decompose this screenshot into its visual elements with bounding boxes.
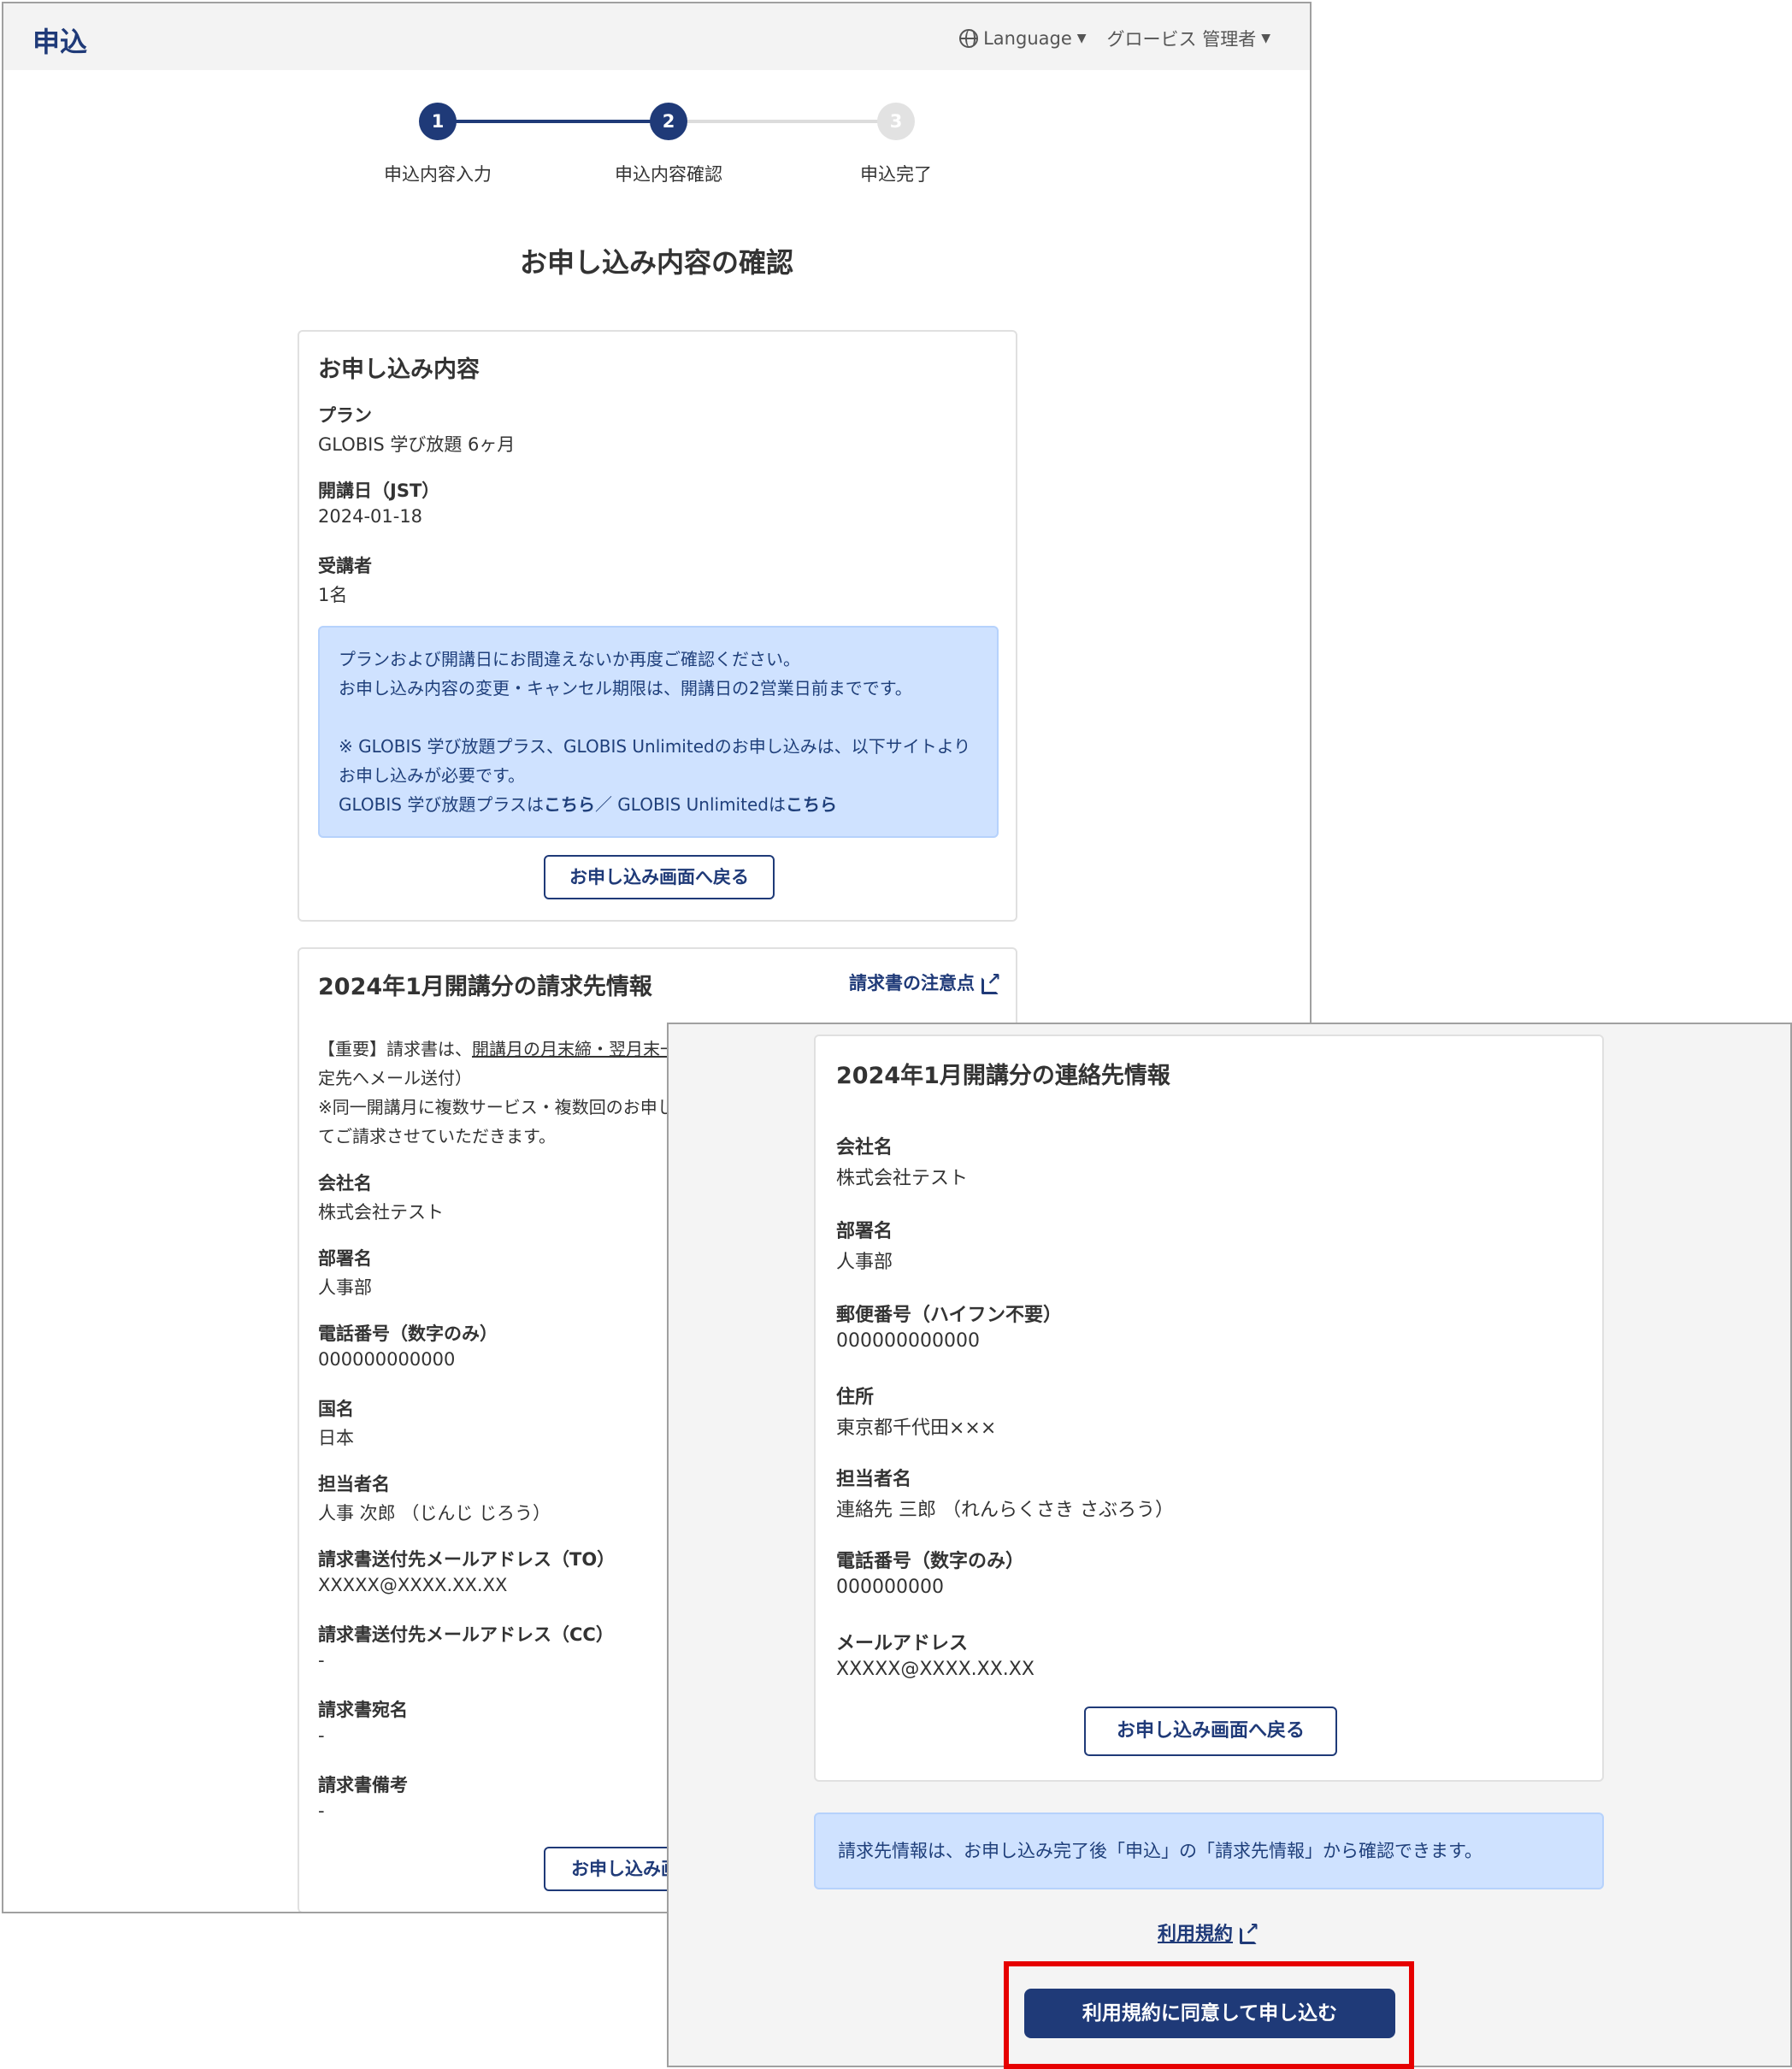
terms-link[interactable]: 利用規約 — [1158, 1919, 1259, 1946]
contact-card: 2024年1月開講分の連絡先情報 会社名 株式会社テスト 部署名 人事部 郵便番… — [814, 1034, 1604, 1782]
participants-label: 受講者 — [318, 556, 372, 576]
contact-department-value: 人事部 — [836, 1252, 893, 1273]
step-1-label: 申込内容入力 — [384, 164, 492, 185]
participants-value: 1名 — [318, 585, 348, 605]
info-text: GLOBIS 学び放題プラスは — [339, 794, 544, 815]
contact-address-value: 東京都千代田××× — [836, 1418, 997, 1439]
info-text-line: お申し込みが必要です。 — [339, 765, 525, 786]
invoice-remarks-label: 請求書備考 — [318, 1775, 408, 1795]
globe-icon — [959, 29, 979, 48]
plus-plan-link[interactable]: こちら — [544, 794, 595, 815]
back-to-application-button[interactable]: お申し込み画面へ戻る — [544, 855, 775, 899]
language-label: Language — [983, 28, 1072, 49]
billing-email-cc-label: 請求書送付先メールアドレス（CC） — [318, 1624, 614, 1645]
step-2-label: 申込内容確認 — [615, 164, 722, 185]
step-connector-complete — [438, 120, 669, 123]
step-1-circle: 1 — [419, 103, 457, 140]
contact-person-label: 担当者名 — [836, 1469, 912, 1490]
page-title: お申し込み内容の確認 — [519, 246, 793, 279]
step-3-circle: 3 — [877, 103, 915, 140]
contact-postal-label: 郵便番号（ハイフン不要） — [836, 1305, 1063, 1326]
application-info-box: プランおよび開講日にお間違えないか再度ご確認ください。 お申し込み内容の変更・キ… — [318, 626, 999, 838]
contact-card-title: 2024年1月開講分の連絡先情報 — [836, 1063, 1170, 1089]
submit-highlight-frame — [1004, 1961, 1414, 2069]
billing-contact-value: 人事 次郎 （じんじ じろう） — [318, 1503, 551, 1524]
plan-value: GLOBIS 学び放題 6ヶ月 — [318, 434, 516, 455]
caret-down-icon: ▼ — [1076, 32, 1087, 45]
user-menu-dropdown[interactable]: グロービス 管理者 ▼ — [1107, 26, 1270, 51]
contact-person-value: 連絡先 三郎 （れんらくさき さぶろう） — [836, 1500, 1174, 1521]
start-date-label: 開講日（JST） — [318, 480, 440, 501]
billing-email-to-label: 請求書送付先メールアドレス（TO） — [318, 1549, 616, 1570]
billing-company-label: 会社名 — [318, 1173, 372, 1194]
contact-email-label: メールアドレス — [836, 1633, 969, 1654]
billing-email-to-value: XXXXX@XXXX.XX.XX — [318, 1575, 508, 1595]
info-text-line: お申し込み内容の変更・キャンセル期限は、開講日の2営業日前までです。 — [339, 678, 912, 699]
billing-contact-label: 担当者名 — [318, 1474, 390, 1494]
terms-link-label: 利用規約 — [1158, 1924, 1234, 1945]
contact-company-label: 会社名 — [836, 1137, 893, 1158]
invoice-addressee-value: - — [318, 1725, 325, 1746]
billing-email-cc-value: - — [318, 1650, 325, 1671]
billing-company-value: 株式会社テスト — [318, 1202, 444, 1223]
step-3-label: 申込完了 — [860, 164, 932, 185]
unlimited-link[interactable]: こちら — [786, 794, 837, 815]
info-text-line: プランおよび開講日にお間違えないか再度ご確認ください。 — [339, 649, 800, 669]
info-links-line: GLOBIS 学び放題プラスはこちら／ GLOBIS Unlimitedはこちら — [339, 790, 978, 819]
billing-phone-value: 000000000000 — [318, 1349, 456, 1370]
back-to-contact-button[interactable]: お申し込み画面へ戻る — [1084, 1706, 1337, 1756]
application-card-title: お申し込み内容 — [318, 357, 480, 383]
app-title: 申込 — [32, 26, 88, 58]
contact-company-value: 株式会社テスト — [836, 1168, 969, 1189]
contact-phone-label: 電話番号（数字のみ） — [836, 1551, 1025, 1572]
caret-down-icon: ▼ — [1261, 32, 1270, 45]
billing-info-notice: 請求先情報は、お申し込み完了後「申込」の「請求先情報」から確認できます。 — [814, 1813, 1604, 1889]
overlay-screen: 2024年1月開講分の連絡先情報 会社名 株式会社テスト 部署名 人事部 郵便番… — [667, 1023, 1792, 2067]
billing-card-title: 2024年1月開講分の請求先情報 — [318, 974, 652, 1000]
billing-country-label: 国名 — [318, 1399, 354, 1419]
invoice-notes-link[interactable]: 請求書の注意点 — [849, 969, 1001, 995]
invoice-notes-label: 請求書の注意点 — [849, 973, 975, 993]
step-connector-pending — [669, 120, 896, 123]
contact-phone-value: 000000000 — [836, 1577, 944, 1598]
plan-label: プラン — [318, 405, 372, 426]
language-dropdown[interactable]: Language ▼ — [959, 28, 1087, 49]
contact-postal-value: 000000000000 — [836, 1330, 980, 1352]
start-date-value: 2024-01-18 — [318, 506, 423, 527]
contact-department-label: 部署名 — [836, 1221, 893, 1242]
billing-phone-label: 電話番号（数字のみ） — [318, 1323, 498, 1344]
info-text-line: ※ GLOBIS 学び放題プラス、GLOBIS Unlimitedのお申し込みは… — [339, 736, 971, 757]
info-text: ／ GLOBIS Unlimitedは — [594, 794, 786, 815]
header-menu: Language ▼ グロービス 管理者 ▼ — [959, 26, 1270, 51]
progress-stepper: 1 申込内容入力 2 申込内容確認 3 申込完了 — [3, 97, 1310, 192]
user-label: グロービス 管理者 — [1106, 29, 1257, 50]
billing-country-value: 日本 — [318, 1428, 354, 1448]
contact-address-label: 住所 — [836, 1387, 875, 1408]
application-card: お申し込み内容 プラン GLOBIS 学び放題 6ヶ月 開講日（JST） 202… — [298, 330, 1017, 922]
invoice-addressee-label: 請求書宛名 — [318, 1700, 408, 1720]
billing-department-label: 部署名 — [318, 1248, 372, 1269]
billing-department-value: 人事部 — [318, 1277, 372, 1298]
top-header: 申込 Language ▼ グロービス 管理者 ▼ — [3, 3, 1310, 70]
invoice-remarks-value: - — [318, 1801, 325, 1821]
external-link-icon — [981, 969, 1001, 994]
external-link-icon — [1240, 1919, 1259, 1944]
contact-email-value: XXXXX@XXXX.XX.XX — [836, 1659, 1035, 1680]
step-2-circle: 2 — [650, 103, 687, 140]
